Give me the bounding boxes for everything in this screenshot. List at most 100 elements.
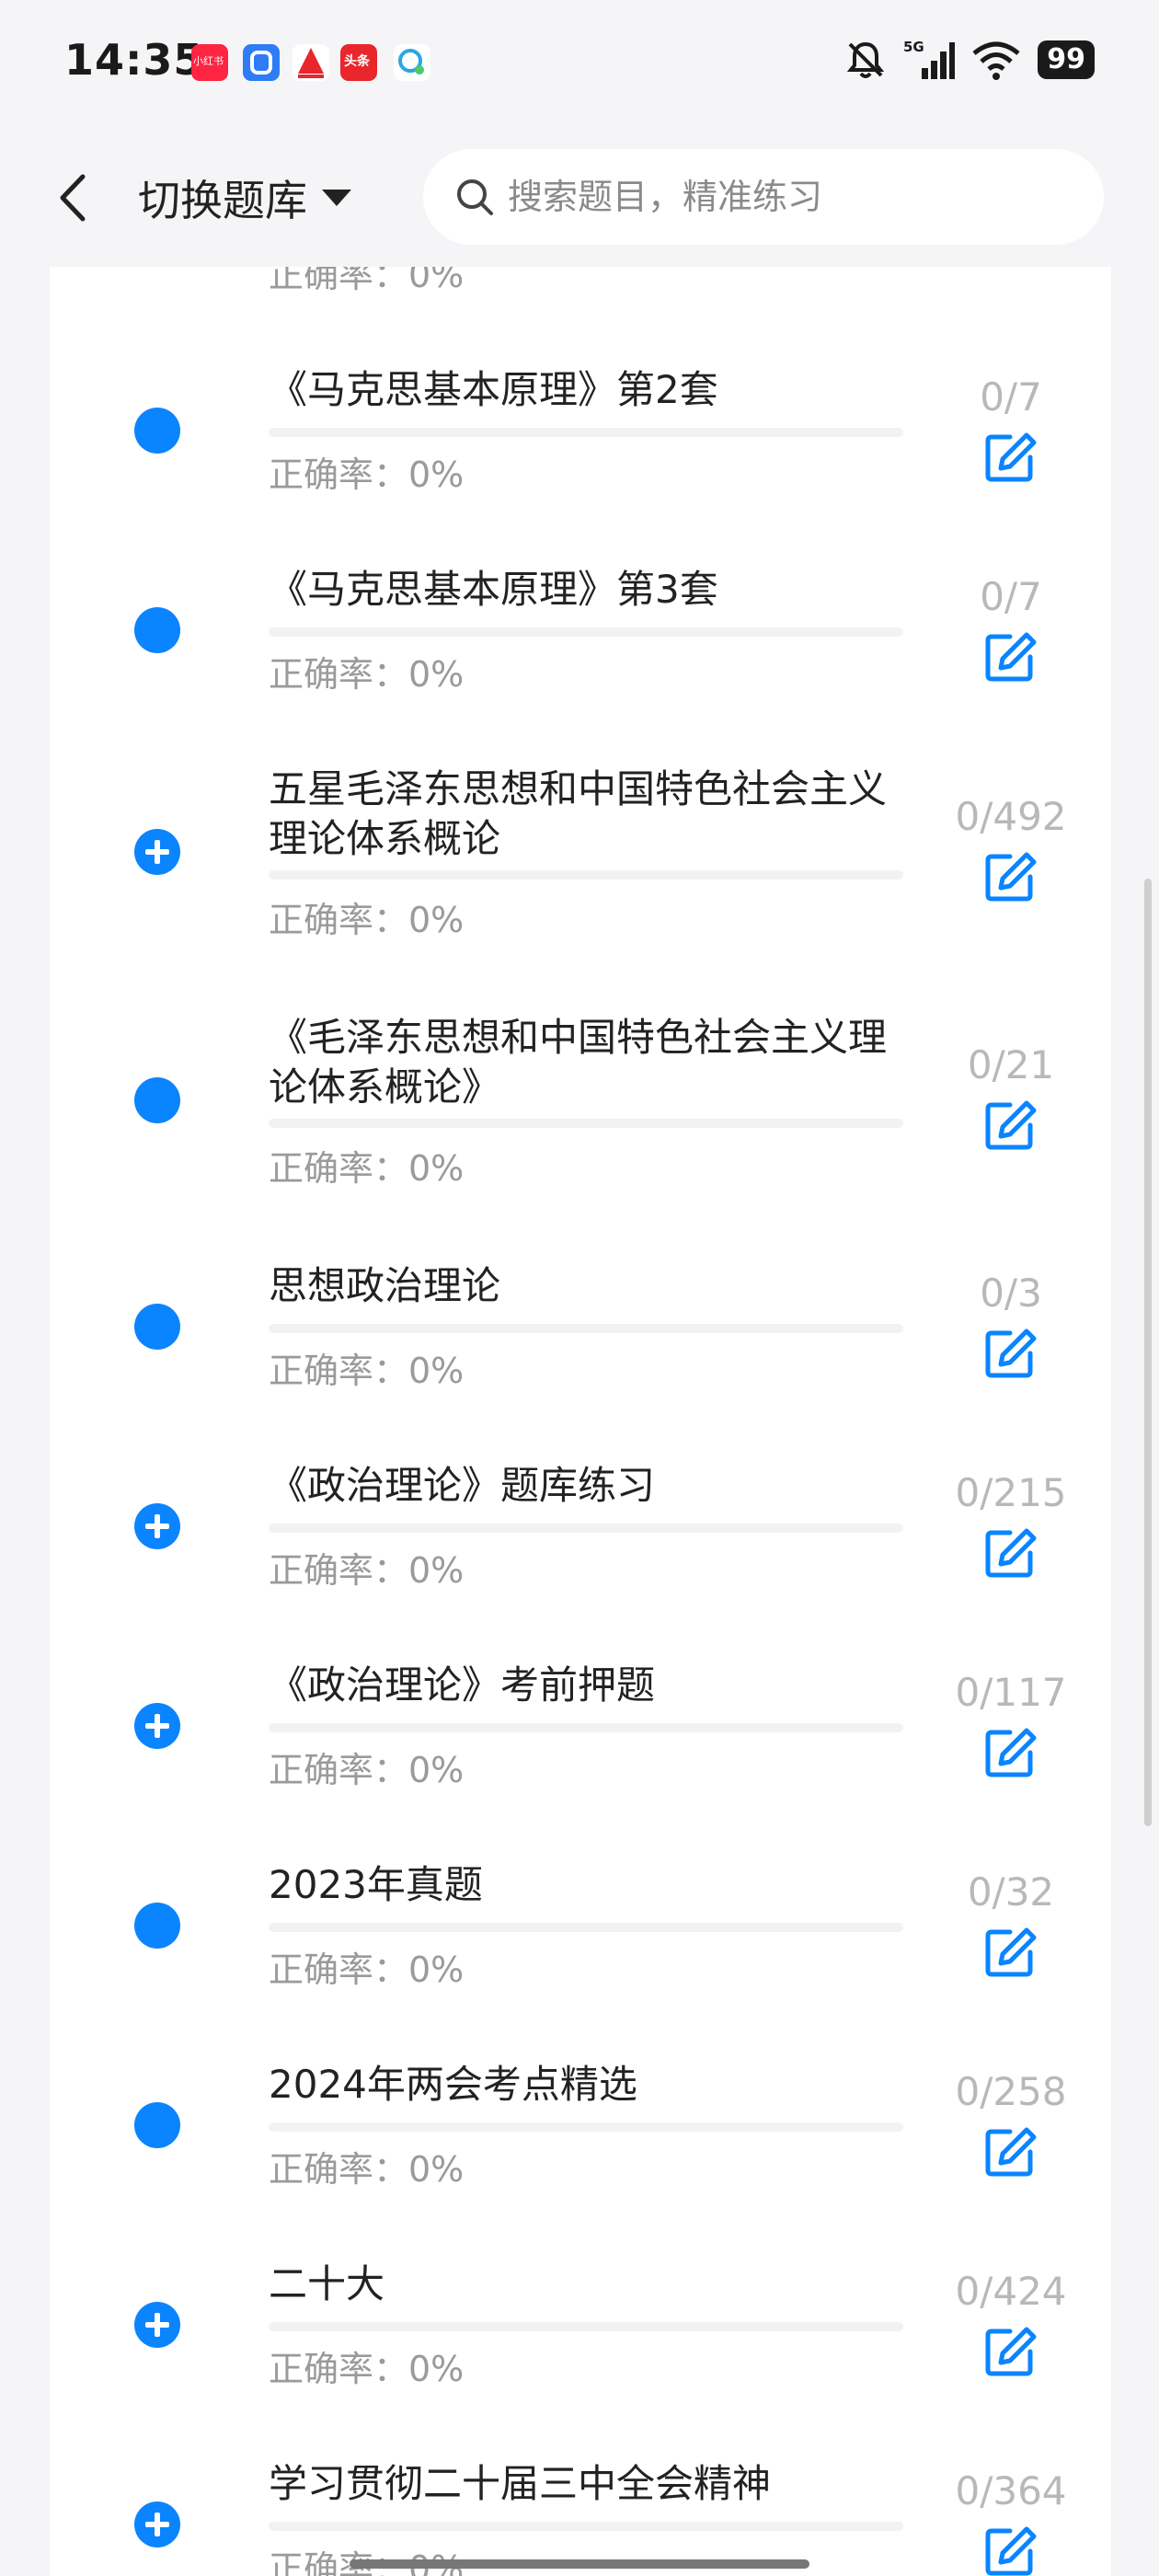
progress-count: 0/3 <box>980 1271 1042 1316</box>
progress-count: 0/215 <box>955 1470 1067 1515</box>
progress-bar <box>269 1923 903 1932</box>
question-bank-item[interactable]: 学习贯彻二十届三中全会精神正确率：0% 0/364 <box>50 2422 1111 2576</box>
question-bank-item[interactable]: 正确率：0% <box>50 267 1111 328</box>
status-dot-icon <box>134 2102 180 2148</box>
chat-notification-icon <box>394 44 430 81</box>
expand-plus-icon[interactable] <box>134 2302 180 2348</box>
toutiao-notification-icon: 头条 <box>340 44 377 81</box>
progress-count: 0/7 <box>980 374 1042 420</box>
status-dot-icon <box>134 1304 180 1350</box>
scrollbar[interactable] <box>1144 879 1152 1826</box>
edit-practice-icon[interactable] <box>982 1525 1038 1581</box>
system-icons: 5G 99 <box>844 37 1095 83</box>
accuracy-rate: 正确率：0% <box>269 900 465 940</box>
question-bank-item[interactable]: 2023年真题正确率：0% 0/32 <box>50 1823 1111 2023</box>
question-bank-item[interactable]: 五星毛泽东思想和中国特色社会主义理论体系概论正确率：0% 0/492 <box>50 728 1111 976</box>
svg-text:5G: 5G <box>903 39 924 55</box>
accuracy-rate: 正确率：0% <box>269 267 465 295</box>
status-dot-icon <box>134 1903 180 1949</box>
search-box[interactable] <box>423 149 1104 245</box>
question-bank-item[interactable]: 二十大正确率：0% 0/424 <box>50 2223 1111 2422</box>
status-dot-icon <box>134 607 180 653</box>
item-title: 《政治理论》题库练习 <box>269 1463 656 1508</box>
progress-bar <box>269 1524 903 1533</box>
item-title: 五星毛泽东思想和中国特色社会主义理论体系概论 <box>269 766 888 861</box>
battery-indicator: 99 <box>1038 40 1095 79</box>
progress-bar <box>269 2322 903 2331</box>
progress-count: 0/364 <box>955 2468 1067 2513</box>
progress-bar <box>269 2522 903 2531</box>
item-title: 《马克思基本原理》第3套 <box>269 567 718 612</box>
sail-notification-icon <box>293 44 329 81</box>
progress-count: 0/492 <box>955 794 1067 839</box>
home-indicator[interactable] <box>350 2559 809 2569</box>
status-dot-icon <box>134 1077 180 1123</box>
status-bar: 14:35 小红书 头条 5G 99 <box>0 0 1159 129</box>
app-notification-icon <box>243 44 280 81</box>
progress-count: 0/117 <box>955 1670 1067 1715</box>
progress-bar <box>269 1723 903 1732</box>
accuracy-rate: 正确率：0% <box>269 654 465 695</box>
question-bank-item[interactable]: 思想政治理论 正确率：0% 0/3 <box>50 1225 1111 1424</box>
item-title: 思想政治理论 <box>269 1263 501 1308</box>
progress-count: 0/258 <box>955 2069 1067 2114</box>
edit-practice-icon[interactable] <box>982 430 1038 485</box>
expand-plus-icon[interactable] <box>134 829 180 875</box>
item-title: 学习贯彻二十届三中全会精神 <box>269 2461 772 2506</box>
accuracy-rate: 正确率：0% <box>269 1148 465 1189</box>
edit-practice-icon[interactable] <box>982 2524 1038 2576</box>
chevron-left-icon <box>60 174 86 222</box>
edit-practice-icon[interactable] <box>982 1925 1038 1980</box>
expand-plus-icon[interactable] <box>134 1703 180 1749</box>
question-bank-item[interactable]: 《政治理论》题库练习正确率：0% 0/215 <box>50 1424 1111 1624</box>
progress-count: 0/7 <box>980 574 1042 619</box>
caret-down-icon <box>322 190 351 206</box>
edit-practice-icon[interactable] <box>982 2124 1038 2179</box>
progress-bar <box>269 428 903 437</box>
xiaohongshu-notification-icon: 小红书 <box>191 44 228 81</box>
item-title: 《马克思基本原理》第2套 <box>269 367 718 412</box>
question-bank-item[interactable]: 2024年两会考点精选正确率：0% 0/258 <box>50 2023 1111 2223</box>
progress-count: 0/424 <box>955 2269 1067 2314</box>
edit-practice-icon[interactable] <box>982 2324 1038 2379</box>
accuracy-rate: 正确率：0% <box>269 2349 465 2389</box>
progress-bar <box>269 870 903 880</box>
accuracy-rate: 正确率：0% <box>269 1750 465 1790</box>
accuracy-rate: 正确率：0% <box>269 454 465 495</box>
progress-count: 0/21 <box>967 1042 1055 1087</box>
edit-practice-icon[interactable] <box>982 629 1038 684</box>
accuracy-rate: 正确率：0% <box>269 2540 464 2576</box>
expand-plus-icon[interactable] <box>134 2501 180 2547</box>
clock: 14:35 <box>64 35 204 85</box>
progress-count: 0/32 <box>967 1869 1055 1915</box>
accuracy-rate: 正确率：0% <box>269 2149 465 2190</box>
accuracy-rate: 正确率：0% <box>269 1949 465 1990</box>
progress-bar <box>269 627 903 637</box>
accuracy-rate: 正确率：0% <box>269 1550 465 1591</box>
edit-practice-icon[interactable] <box>982 1725 1038 1780</box>
item-title: 二十大 <box>269 2261 385 2306</box>
page-title: 切换题库 <box>138 176 307 225</box>
question-bank-item[interactable]: 《马克思基本原理》第2套正确率：0% 0/7 <box>50 328 1111 528</box>
search-icon <box>457 179 493 215</box>
item-title: 2024年两会考点精选 <box>269 2062 637 2107</box>
edit-practice-icon[interactable] <box>982 849 1038 904</box>
item-title: 《毛泽东思想和中国特色社会主义理论体系概论》 <box>269 1015 888 1110</box>
back-button[interactable] <box>46 166 101 230</box>
question-bank-item[interactable]: 《毛泽东思想和中国特色社会主义理论体系概论》正确率：0% 0/21 <box>50 976 1111 1225</box>
status-dot-icon <box>134 408 180 454</box>
progress-bar <box>269 1119 903 1128</box>
edit-practice-icon[interactable] <box>982 1098 1038 1153</box>
item-title: 《政治理论》考前押题 <box>269 1662 656 1708</box>
search-input[interactable] <box>506 176 1043 218</box>
top-bar: 切换题库 <box>0 129 1159 267</box>
wifi-icon <box>972 41 1020 80</box>
switch-question-bank-dropdown[interactable]: 切换题库 <box>138 166 351 230</box>
item-title: 2023年真题 <box>269 1862 483 1907</box>
edit-practice-icon[interactable] <box>982 1326 1038 1381</box>
question-bank-item[interactable]: 《马克思基本原理》第3套正确率：0% 0/7 <box>50 528 1111 728</box>
progress-bar <box>269 2122 903 2132</box>
question-bank-item[interactable]: 《政治理论》考前押题正确率：0% 0/117 <box>50 1624 1111 1823</box>
progress-bar <box>269 1324 903 1333</box>
expand-plus-icon[interactable] <box>134 1503 180 1549</box>
